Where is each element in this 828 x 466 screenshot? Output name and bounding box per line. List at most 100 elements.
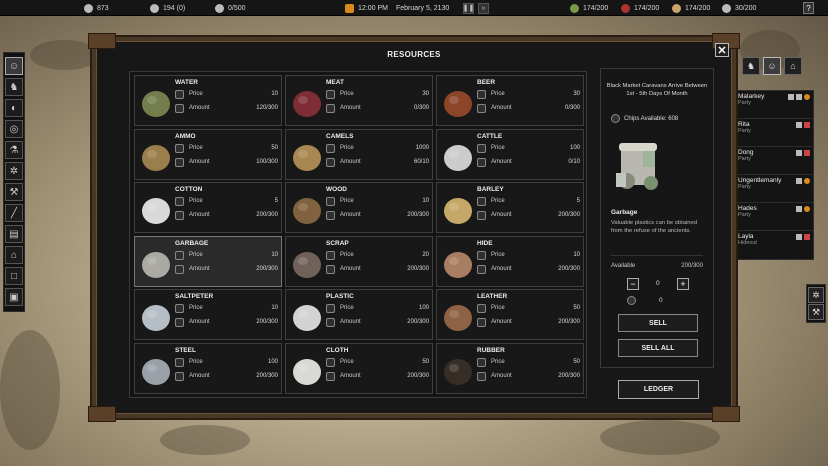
resource-card-ammo[interactable]: AMMO Price 50 Amount 100/300 xyxy=(134,128,282,180)
status-icon xyxy=(804,94,810,100)
resource-card-cloth[interactable]: CLOTH Price 50 Amount 200/300 xyxy=(285,342,433,394)
price-value: 5 xyxy=(274,198,278,204)
hammer-icon[interactable]: ⚒ xyxy=(808,304,824,320)
resource-name: WOOD xyxy=(326,186,347,193)
increase-button[interactable]: + xyxy=(677,278,689,290)
potion-icon[interactable]: ⚗ xyxy=(5,141,23,159)
decrease-button[interactable]: − xyxy=(627,278,639,290)
amount-label: Amount xyxy=(189,212,210,218)
price-row: Price 50 xyxy=(477,304,580,314)
resource-name: RUBBER xyxy=(477,346,505,354)
item-description: Valuable plastics can be obtained from t… xyxy=(611,220,697,234)
storage-icon xyxy=(477,264,486,274)
price-label: Price xyxy=(189,358,203,365)
squad-item[interactable]: Layla Hideout xyxy=(735,231,813,259)
resource-card-cattle[interactable]: CATTLE Price 100 Amount 0/10 xyxy=(436,128,584,180)
ammo-icon xyxy=(142,144,170,171)
amount-label: Amount xyxy=(189,105,210,111)
price-label: Price xyxy=(189,144,203,151)
resource-card-garbage[interactable]: GARBAGE Price 10 Amount 200/300 xyxy=(134,235,282,287)
price-row: Price 100 xyxy=(175,357,278,368)
resource-name: COTTON xyxy=(175,186,203,193)
ledger-icon[interactable]: ▤ xyxy=(5,225,23,243)
calendar-date: February 5, 2130 xyxy=(396,4,450,12)
settings-icon[interactable]: ✲ xyxy=(808,287,824,303)
squad-tab-icon[interactable]: ☺ xyxy=(763,57,781,75)
chip-icon xyxy=(477,143,486,153)
map-icon[interactable]: ◐ xyxy=(5,99,23,117)
quantity-value[interactable]: 0 xyxy=(656,280,660,287)
price-row: Price 20 xyxy=(326,250,429,261)
window-icon[interactable]: □ xyxy=(5,267,23,285)
journal-icon[interactable]: ▣ xyxy=(5,288,23,306)
resource-name: BARLEY xyxy=(477,186,504,193)
price-value: 100 xyxy=(418,305,429,311)
resource-card-camels[interactable]: CAMELS Price 1000 Amount 60/10 xyxy=(285,128,433,180)
resource-card-barley[interactable]: BARLEY Price 5 Amount 200/300 xyxy=(436,182,584,233)
storage-icon xyxy=(477,104,486,113)
chip-icon xyxy=(175,250,184,260)
amount-value: 200/300 xyxy=(558,372,580,379)
resource-card-water[interactable]: WATER Price 10 Amount 120/300 xyxy=(134,75,282,126)
amount-value: 200/300 xyxy=(407,265,429,272)
chip-icon xyxy=(477,357,486,367)
close-button[interactable]: ✕ xyxy=(715,43,729,57)
price-label: Price xyxy=(340,91,354,97)
resource-card-beer[interactable]: BEER Price 30 Amount 0/300 xyxy=(436,75,584,126)
water-canteen-icon xyxy=(142,91,170,117)
amount-label: Amount xyxy=(340,158,361,165)
squad-item[interactable]: Rita Party xyxy=(735,119,813,147)
skull-icon xyxy=(215,3,224,13)
resource-card-rubber[interactable]: RUBBER Price 50 Amount 200/300 xyxy=(436,342,584,394)
resource-card-steel[interactable]: STEEL Price 100 Amount 200/300 xyxy=(134,342,282,394)
squad-item[interactable]: Ungentlemanly Party xyxy=(735,175,813,203)
resource-card-scrap[interactable]: SCRAP Price 20 Amount 200/300 xyxy=(285,235,433,287)
resource-card-cotton[interactable]: COTTON Price 5 Amount 200/300 xyxy=(134,182,282,233)
price-row: Price 50 xyxy=(477,357,580,368)
gear-icon[interactable]: ✲ xyxy=(5,162,23,180)
wrench-icon[interactable]: ╱ xyxy=(5,204,23,222)
squad-icon[interactable]: ☺ xyxy=(5,57,23,75)
sell-all-button[interactable]: SELL ALL xyxy=(618,339,698,357)
resource-card-hide[interactable]: HIDE Price 10 Amount 200/300 xyxy=(436,235,584,287)
sell-button[interactable]: SELL xyxy=(618,314,698,332)
amount-value: 200/300 xyxy=(256,319,278,325)
price-row: Price 10 xyxy=(175,90,278,100)
resource-card-meat[interactable]: MEAT Price 30 Amount 0/300 xyxy=(285,75,433,126)
amount-row: Amount 200/300 xyxy=(326,211,429,221)
resource-grid: WATER Price 10 Amount 120/300 MEAT Price 30 Amou… xyxy=(129,71,587,398)
amount-value: 200/300 xyxy=(558,212,580,218)
squad-item[interactable]: Dong Party xyxy=(735,147,813,175)
price-label: Price xyxy=(491,251,505,258)
coin-icon[interactable]: ◎ xyxy=(5,120,23,138)
fast-forward-button[interactable]: » xyxy=(478,2,489,14)
home-icon[interactable]: ⌂ xyxy=(5,246,23,264)
price-row: Price 10 xyxy=(477,250,580,261)
flag-icon xyxy=(796,122,802,128)
price-row: Price 100 xyxy=(326,304,429,314)
home-tab-icon[interactable]: ⌂ xyxy=(784,57,802,75)
amount-row: Amount 200/300 xyxy=(175,371,278,382)
hammer-icon[interactable]: ⚒ xyxy=(5,183,23,201)
chip-icon xyxy=(326,250,335,260)
help-button[interactable]: ? xyxy=(803,2,814,14)
amount-row: Amount 0/300 xyxy=(326,104,429,114)
resource-name: AMMO xyxy=(175,132,196,140)
amount-row: Amount 200/300 xyxy=(477,318,580,328)
price-label: Price xyxy=(340,305,354,311)
amount-label: Amount xyxy=(340,372,361,379)
resource-name: CLOTH xyxy=(326,346,349,354)
price-label: Price xyxy=(189,198,203,204)
ledger-button[interactable]: LEDGER xyxy=(618,380,699,399)
camel-icon[interactable]: ♞ xyxy=(5,78,23,96)
pause-button[interactable]: ❚❚ xyxy=(463,2,474,14)
resource-card-leather[interactable]: LEATHER Price 50 Amount 200/300 xyxy=(436,289,584,340)
resource-card-plastic[interactable]: PLASTIC Price 100 Amount 200/300 xyxy=(285,289,433,340)
squad-item[interactable]: Hades Party xyxy=(735,203,813,231)
resource-card-wood[interactable]: WOOD Price 10 Amount 200/300 xyxy=(285,182,433,233)
resource-card-saltpeter[interactable]: SALTPETER Price 10 Amount 200/300 xyxy=(134,289,282,340)
camel-tab-icon[interactable]: ♞ xyxy=(742,57,760,75)
squad-item[interactable]: Malarkey Party xyxy=(735,91,813,119)
resource-name: GARBAGE xyxy=(175,239,209,247)
resource-name: BEER xyxy=(477,79,496,86)
